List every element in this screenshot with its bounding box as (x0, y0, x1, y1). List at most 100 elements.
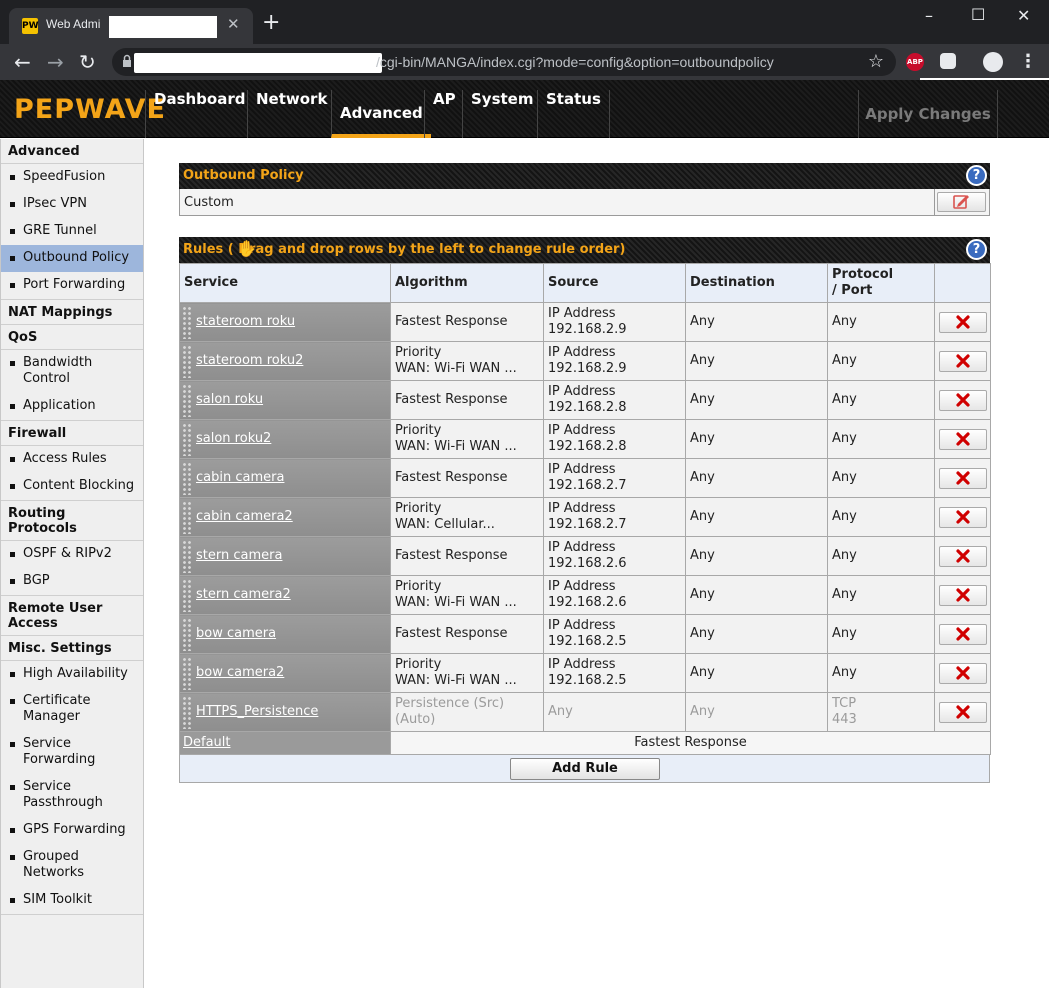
service-cell[interactable]: cabin camera (179, 458, 391, 498)
nav-system[interactable]: System (462, 90, 541, 138)
rule-service-link[interactable]: salon roku2 (196, 431, 271, 446)
rule-service-link[interactable]: stateroom roku (196, 314, 295, 329)
profile-icon[interactable] (983, 52, 1003, 72)
rule-row[interactable]: cabin camera Fastest Response IP Address 19… (179, 458, 991, 498)
sidebar-item-ospf-ripv2[interactable]: OSPF & RIPv2 (1, 541, 143, 568)
extension-icon[interactable] (940, 53, 956, 69)
sidebar-item-service-forwarding[interactable]: Service Forwarding (1, 731, 143, 774)
address-bar[interactable]: /cgi-bin/MANGA/index.cgi?mode=config&opt… (112, 48, 896, 76)
sidebar-item-certificate-manager[interactable]: Certificate Manager (1, 688, 143, 731)
add-rule-button[interactable]: Add Rule (510, 758, 660, 780)
nav-network[interactable]: Network (247, 90, 335, 138)
rule-service-link[interactable]: cabin camera (196, 470, 284, 485)
sidebar-item-gre-tunnel[interactable]: GRE Tunnel (1, 218, 143, 245)
rule-row[interactable]: HTTPS_Persistence Persistence (Src) (Auto)… (179, 692, 991, 732)
sidebar-item-access-rules[interactable]: Access Rules (1, 446, 143, 473)
minimize-icon[interactable]: – (925, 6, 933, 25)
sidebar-item-outbound-policy[interactable]: Outbound Policy (1, 245, 143, 272)
service-cell[interactable]: stern camera (179, 536, 391, 576)
drag-handle-icon[interactable] (182, 423, 192, 456)
browser-tab[interactable]: PW Web Admi ✕ (9, 8, 253, 44)
rule-row[interactable]: salon roku Fastest Response IP Address 192.… (179, 380, 991, 420)
rule-service-link[interactable]: stateroom roku2 (196, 353, 303, 368)
sidebar-item-port-forwarding[interactable]: Port Forwarding (1, 272, 143, 300)
drag-handle-icon[interactable] (182, 618, 192, 651)
help-icon[interactable]: ? (966, 239, 987, 260)
sidebar-item-content-blocking[interactable]: Content Blocking (1, 473, 143, 501)
delete-rule-button[interactable] (939, 701, 987, 723)
rule-row[interactable]: cabin camera2 Priority WAN: Cellular... IP … (179, 497, 991, 537)
nav-dashboard[interactable]: Dashboard (145, 90, 253, 138)
window-close-icon[interactable]: ✕ (1017, 6, 1030, 25)
drag-handle-icon[interactable] (182, 384, 192, 417)
drag-handle-icon[interactable] (182, 696, 192, 729)
drag-handle-icon[interactable] (182, 579, 192, 612)
nav-ap[interactable]: AP (424, 90, 464, 138)
sidebar-section-nat-mappings[interactable]: NAT Mappings (1, 300, 143, 325)
sidebar-item-service-passthrough[interactable]: Service Passthrough (1, 774, 143, 817)
sidebar-section-routing-protocols[interactable]: Routing Protocols (1, 501, 143, 541)
service-cell[interactable]: stateroom roku (179, 302, 391, 342)
rule-service-link[interactable]: cabin camera2 (196, 509, 293, 524)
maximize-icon[interactable]: ☐ (971, 5, 985, 24)
sidebar-section-misc-settings[interactable]: Misc. Settings (1, 636, 143, 661)
delete-rule-button[interactable] (939, 350, 987, 372)
rule-service-link[interactable]: salon roku (196, 392, 263, 407)
sidebar-item-grouped-networks[interactable]: Grouped Networks (1, 844, 143, 887)
apply-changes-button[interactable]: Apply Changes (858, 90, 998, 138)
tab-close-icon[interactable]: ✕ (227, 15, 240, 33)
rule-service-link[interactable]: HTTPS_Persistence (196, 704, 318, 719)
sidebar-section-qos[interactable]: QoS (1, 325, 143, 350)
help-icon[interactable]: ? (966, 165, 987, 186)
drag-handle-icon[interactable] (182, 462, 192, 495)
service-cell[interactable]: cabin camera2 (179, 497, 391, 537)
rule-row[interactable]: stern camera Fastest Response IP Address 19… (179, 536, 991, 576)
sidebar-item-speedfusion[interactable]: SpeedFusion (1, 164, 143, 191)
delete-rule-button[interactable] (939, 428, 987, 450)
sidebar-section-advanced[interactable]: Advanced (1, 139, 143, 164)
rule-service-link[interactable]: bow camera (196, 626, 276, 641)
service-cell[interactable]: bow camera2 (179, 653, 391, 693)
back-icon[interactable]: ← (14, 50, 31, 74)
sidebar-item-bgp[interactable]: BGP (1, 568, 143, 596)
drag-handle-icon[interactable] (182, 657, 192, 690)
service-cell[interactable]: salon roku (179, 380, 391, 420)
adblock-icon[interactable]: ABP (906, 53, 924, 71)
sidebar-item-application[interactable]: Application (1, 393, 143, 421)
new-tab-icon[interactable]: + (262, 12, 280, 34)
sidebar-section-remote-user-access[interactable]: Remote User Access (1, 596, 143, 636)
drag-handle-icon[interactable] (182, 306, 192, 339)
bookmark-star-icon[interactable]: ☆ (868, 51, 884, 72)
browser-menu-icon[interactable]: ⋮ (1019, 51, 1037, 72)
rule-row[interactable]: stateroom roku2 Priority WAN: Wi-Fi WAN ..… (179, 341, 991, 381)
rule-row[interactable]: stern camera2 Priority WAN: Wi-Fi WAN ... I… (179, 575, 991, 615)
drag-handle-icon[interactable] (182, 345, 192, 378)
delete-rule-button[interactable] (939, 311, 987, 333)
nav-status[interactable]: Status (537, 90, 610, 138)
rule-row[interactable]: salon roku2 Priority WAN: Wi-Fi WAN ... IP … (179, 419, 991, 459)
sidebar-section-firewall[interactable]: Firewall (1, 421, 143, 446)
sidebar-item-sim-toolkit[interactable]: SIM Toolkit (1, 887, 143, 915)
service-cell[interactable]: salon roku2 (179, 419, 391, 459)
sidebar-item-high-availability[interactable]: High Availability (1, 661, 143, 688)
rule-row[interactable]: bow camera2 Priority WAN: Wi-Fi WAN ... IP … (179, 653, 991, 693)
service-cell[interactable]: bow camera (179, 614, 391, 654)
sidebar-item-bandwidth-control[interactable]: Bandwidth Control (1, 350, 143, 393)
delete-rule-button[interactable] (939, 584, 987, 606)
sidebar-item-ipsec-vpn[interactable]: IPsec VPN (1, 191, 143, 218)
default-rule-link[interactable]: Default (183, 735, 231, 750)
forward-icon[interactable]: → (47, 50, 64, 74)
delete-rule-button[interactable] (939, 662, 987, 684)
sidebar-item-gps-forwarding[interactable]: GPS Forwarding (1, 817, 143, 844)
service-cell[interactable]: stern camera2 (179, 575, 391, 615)
rule-service-link[interactable]: stern camera (196, 548, 282, 563)
delete-rule-button[interactable] (939, 389, 987, 411)
drag-handle-icon[interactable] (182, 501, 192, 534)
delete-rule-button[interactable] (939, 623, 987, 645)
service-cell[interactable]: stateroom roku2 (179, 341, 391, 381)
rule-service-link[interactable]: bow camera2 (196, 665, 284, 680)
delete-rule-button[interactable] (939, 506, 987, 528)
nav-advanced[interactable]: Advanced (331, 90, 431, 138)
rule-service-link[interactable]: stern camera2 (196, 587, 291, 602)
delete-rule-button[interactable] (939, 545, 987, 567)
